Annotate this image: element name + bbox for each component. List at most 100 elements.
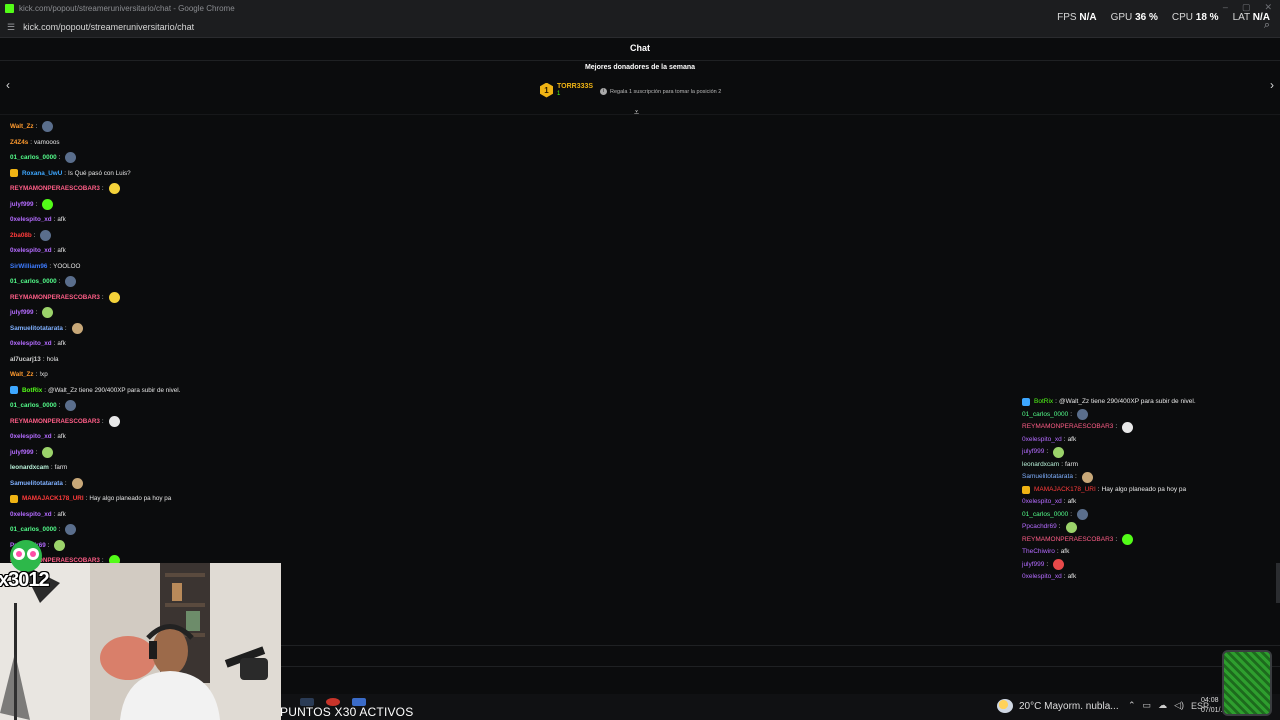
overlay-message[interactable]: REYMAMONPERAESCOBAR3: bbox=[1022, 534, 1252, 547]
chat-username[interactable]: REYMAMONPERAESCOBAR3 bbox=[10, 181, 100, 197]
overlay-message[interactable]: MAMAJACK178_URI: Hay algo planeado pa hoy… bbox=[1022, 484, 1252, 497]
chat-username[interactable]: Walt_Zz bbox=[10, 367, 34, 383]
chat-username[interactable]: REYMAMONPERAESCOBAR3 bbox=[10, 290, 100, 306]
overlay-message[interactable]: Ppcachdr69: bbox=[1022, 521, 1252, 534]
chat-emote-icon[interactable] bbox=[65, 400, 77, 412]
chat-emote-icon[interactable] bbox=[1053, 446, 1065, 458]
chat-username[interactable]: TheChiwiro bbox=[1022, 546, 1055, 559]
chat-emote-icon[interactable] bbox=[1081, 471, 1093, 483]
chat-message[interactable]: julyf999: bbox=[10, 305, 410, 321]
chat-username[interactable]: 0xelespito_xd bbox=[10, 336, 52, 352]
chat-emote-icon[interactable] bbox=[1122, 421, 1134, 433]
chat-username[interactable]: 2ba08b bbox=[10, 228, 32, 244]
overlay-message[interactable]: BotRix: @Walt_Zz tiene 290/400XP para sub… bbox=[1022, 396, 1252, 409]
chat-message[interactable]: MAMAJACK178_URI: Hay algo planeado pa hoy… bbox=[10, 491, 410, 507]
chat-message[interactable]: Walt_Zz: bbox=[10, 119, 410, 135]
overlay-message[interactable]: REYMAMONPERAESCOBAR3: bbox=[1022, 421, 1252, 434]
overlay-message[interactable]: 0xelespito_xd: afk bbox=[1022, 571, 1252, 584]
onedrive-icon[interactable]: ☁ bbox=[1158, 700, 1167, 711]
chat-username[interactable]: julyf999 bbox=[10, 197, 33, 213]
overlay-message[interactable]: Samuelitotatarata: bbox=[1022, 471, 1252, 484]
chat-username[interactable]: julyf999 bbox=[10, 305, 33, 321]
url-text[interactable]: kick.com/popout/streameruniversitario/ch… bbox=[23, 22, 194, 32]
chat-message[interactable]: Samuelitotatarata: bbox=[10, 476, 410, 492]
chevron-right-icon[interactable]: › bbox=[1270, 78, 1274, 92]
chat-username[interactable]: Samuelitotatarata bbox=[1022, 471, 1073, 484]
chat-message[interactable]: Ppcachdr69: bbox=[10, 538, 410, 554]
chat-emote-icon[interactable] bbox=[65, 524, 77, 536]
chat-username[interactable]: 0xelespito_xd bbox=[10, 507, 52, 523]
chat-message[interactable]: julyf999: bbox=[10, 197, 410, 213]
overlay-message[interactable]: 0xelespito_xd: afk bbox=[1022, 434, 1252, 447]
chat-message[interactable]: 01_carlos_0000: bbox=[10, 398, 410, 414]
chat-message[interactable]: REYMAMONPERAESCOBAR3: bbox=[10, 290, 410, 306]
chat-username[interactable]: julyf999 bbox=[1022, 446, 1044, 459]
chat-emote-icon[interactable] bbox=[42, 446, 54, 458]
chat-username[interactable]: Samuelitotatarata bbox=[10, 321, 63, 337]
chat-message[interactable]: BotRix: @Walt_Zz tiene 290/400XP para sub… bbox=[10, 383, 410, 399]
chat-message[interactable]: 0xelespito_xd: afk bbox=[10, 243, 410, 259]
chat-username[interactable]: 01_carlos_0000 bbox=[1022, 409, 1068, 422]
chat-message[interactable]: SirWilliam96: YOOLOO bbox=[10, 259, 410, 275]
chat-message[interactable]: 01_carlos_0000: bbox=[10, 274, 410, 290]
overlay-message[interactable]: julyf999: bbox=[1022, 559, 1252, 572]
chat-emote-icon[interactable] bbox=[71, 322, 83, 334]
chat-username[interactable]: REYMAMONPERAESCOBAR3 bbox=[10, 414, 100, 430]
top-donor-card[interactable]: 1 TORR333S 1 bbox=[540, 82, 593, 98]
overlay-message[interactable]: 0xelespito_xd: afk bbox=[1022, 496, 1252, 509]
chat-username[interactable]: 01_carlos_0000 bbox=[10, 150, 57, 166]
chevron-up-icon[interactable]: ⌃ bbox=[1128, 700, 1136, 711]
chat-username[interactable]: BotRix bbox=[22, 383, 42, 399]
chat-message[interactable]: Z4Z4s: vamooos bbox=[10, 135, 410, 151]
overlay-message[interactable]: 01_carlos_0000: bbox=[1022, 409, 1252, 422]
chat-message[interactable]: 01_carlos_0000: bbox=[10, 522, 410, 538]
chat-message-list[interactable]: Walt_Zz: Z4Z4s: vamooos 01_carlos_0000: Roxa… bbox=[10, 119, 410, 569]
chat-message[interactable]: al7ucarj13: hola bbox=[10, 352, 410, 368]
chevron-left-icon[interactable]: ‹ bbox=[6, 78, 10, 92]
chat-message[interactable]: 01_carlos_0000: bbox=[10, 150, 410, 166]
chat-message[interactable]: 0xelespito_xd: afk bbox=[10, 429, 410, 445]
chat-username[interactable]: Z4Z4s bbox=[10, 135, 28, 151]
chat-username[interactable]: MAMAJACK178_URI bbox=[22, 491, 84, 507]
chat-emote-icon[interactable] bbox=[1053, 559, 1065, 571]
site-info-icon[interactable]: ☰ bbox=[7, 22, 15, 33]
chat-message[interactable]: 0xelespito_xd: afk bbox=[10, 336, 410, 352]
chat-username[interactable]: Roxana_UwU bbox=[22, 166, 62, 182]
chat-message[interactable]: Walt_Zz: !xp bbox=[10, 367, 410, 383]
overlay-message[interactable]: leonardxcam: farm bbox=[1022, 459, 1252, 472]
chat-emote-icon[interactable] bbox=[42, 198, 54, 210]
chat-emote-icon[interactable] bbox=[108, 415, 120, 427]
network-icon[interactable]: ▭ bbox=[1143, 700, 1152, 711]
chat-emote-icon[interactable] bbox=[108, 291, 120, 303]
chat-username[interactable]: REYMAMONPERAESCOBAR3 bbox=[1022, 534, 1113, 547]
chat-username[interactable]: BotRix bbox=[1034, 396, 1053, 409]
chat-emote-icon[interactable] bbox=[65, 152, 77, 164]
chat-message[interactable]: 0xelespito_xd: afk bbox=[10, 507, 410, 523]
chat-username[interactable]: REYMAMONPERAESCOBAR3 bbox=[1022, 421, 1113, 434]
chat-message[interactable]: julyf999: bbox=[10, 445, 410, 461]
chat-emote-icon[interactable] bbox=[40, 229, 52, 241]
chat-username[interactable]: 0xelespito_xd bbox=[1022, 496, 1062, 509]
chat-username[interactable]: julyf999 bbox=[1022, 559, 1044, 572]
chat-username[interactable]: 0xelespito_xd bbox=[10, 243, 52, 259]
chat-message[interactable]: Samuelitotatarata: bbox=[10, 321, 410, 337]
gift-sub-prompt[interactable]: i Regala 1 suscripción para tomar la pos… bbox=[600, 88, 721, 95]
chat-username[interactable]: 0xelespito_xd bbox=[10, 429, 52, 445]
chat-username[interactable]: Samuelitotatarata bbox=[10, 476, 63, 492]
chat-username[interactable]: 0xelespito_xd bbox=[1022, 571, 1062, 584]
chat-emote-icon[interactable] bbox=[1065, 521, 1077, 533]
overlay-message[interactable]: 01_carlos_0000: bbox=[1022, 509, 1252, 522]
pinned-collapse-icon[interactable]: ⩡ bbox=[634, 107, 639, 118]
chat-username[interactable]: al7ucarj13 bbox=[10, 352, 41, 368]
chat-message[interactable]: leonardxcam: farm bbox=[10, 460, 410, 476]
chat-username[interactable]: leonardxcam bbox=[1022, 459, 1059, 472]
chat-username[interactable]: 0xelespito_xd bbox=[1022, 434, 1062, 447]
chat-emote-icon[interactable] bbox=[108, 183, 120, 195]
volume-icon[interactable]: ◁) bbox=[1174, 700, 1184, 711]
chat-message[interactable]: REYMAMONPERAESCOBAR3: bbox=[10, 181, 410, 197]
chat-username[interactable]: Walt_Zz bbox=[10, 119, 34, 135]
chat-username[interactable]: leonardxcam bbox=[10, 460, 49, 476]
overlay-message[interactable]: TheChiwiro: afk bbox=[1022, 546, 1252, 559]
chat-emote-icon[interactable] bbox=[1077, 409, 1089, 421]
chat-emote-icon[interactable] bbox=[1077, 509, 1089, 521]
